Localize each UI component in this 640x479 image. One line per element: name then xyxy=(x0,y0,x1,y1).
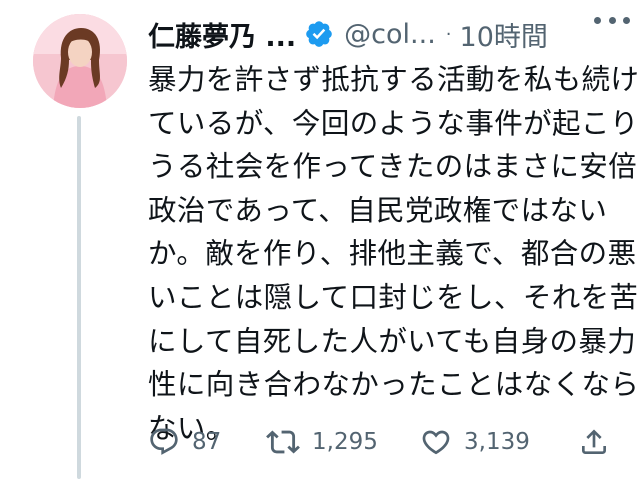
tweet-header: 仁藤夢乃 ... @col... · 10時間 xyxy=(148,14,618,54)
share-button[interactable] xyxy=(578,420,610,464)
retweet-icon xyxy=(266,425,300,459)
tweet-text: 暴力を許さず抵抗する活動を私も続け ているが、今回のような事件が起こり うる社会… xyxy=(148,58,640,450)
timestamp[interactable]: 10時間 xyxy=(460,15,548,54)
avatar[interactable] xyxy=(33,14,127,108)
retweet-button[interactable]: 1,295 xyxy=(266,420,378,464)
separator-dot: · xyxy=(445,23,452,45)
more-icon[interactable] xyxy=(594,10,630,30)
tweet-text-line: うる社会を作ってきたのはまさに安倍 xyxy=(148,150,638,184)
tweet-actions: 87 1,295 3,139 xyxy=(148,420,618,464)
author-name[interactable]: 仁藤夢乃 ... xyxy=(148,15,296,54)
tweet-text-line: 政治であって、自民党政権ではない xyxy=(148,193,608,227)
verified-badge-icon xyxy=(304,19,334,49)
tweet-text-line: 暴力を許さず抵抗する活動を私も続け xyxy=(148,63,640,96)
tweet-text-line: か。敵を作り、排他主義で、都合の悪 xyxy=(148,237,637,271)
share-icon xyxy=(578,426,610,458)
thread-line xyxy=(77,116,81,479)
author-handle[interactable]: @col... xyxy=(344,19,436,50)
tweet-text-line: ているが、今回のような事件が起こり xyxy=(148,106,639,140)
reply-icon xyxy=(148,426,180,458)
tweet-text-line: 性に向き合わなかったことはなくなら xyxy=(148,368,640,402)
retweet-count: 1,295 xyxy=(312,429,378,455)
tweet-text-line: いことは隠して口封じをし、それを苦 xyxy=(148,280,639,314)
reply-button[interactable]: 87 xyxy=(148,420,221,464)
like-icon xyxy=(420,426,452,458)
like-count: 3,139 xyxy=(464,429,530,455)
tweet-text-line: にして自死した人がいても自身の暴力 xyxy=(148,324,637,358)
like-button[interactable]: 3,139 xyxy=(420,420,530,464)
reply-count: 87 xyxy=(192,429,222,455)
